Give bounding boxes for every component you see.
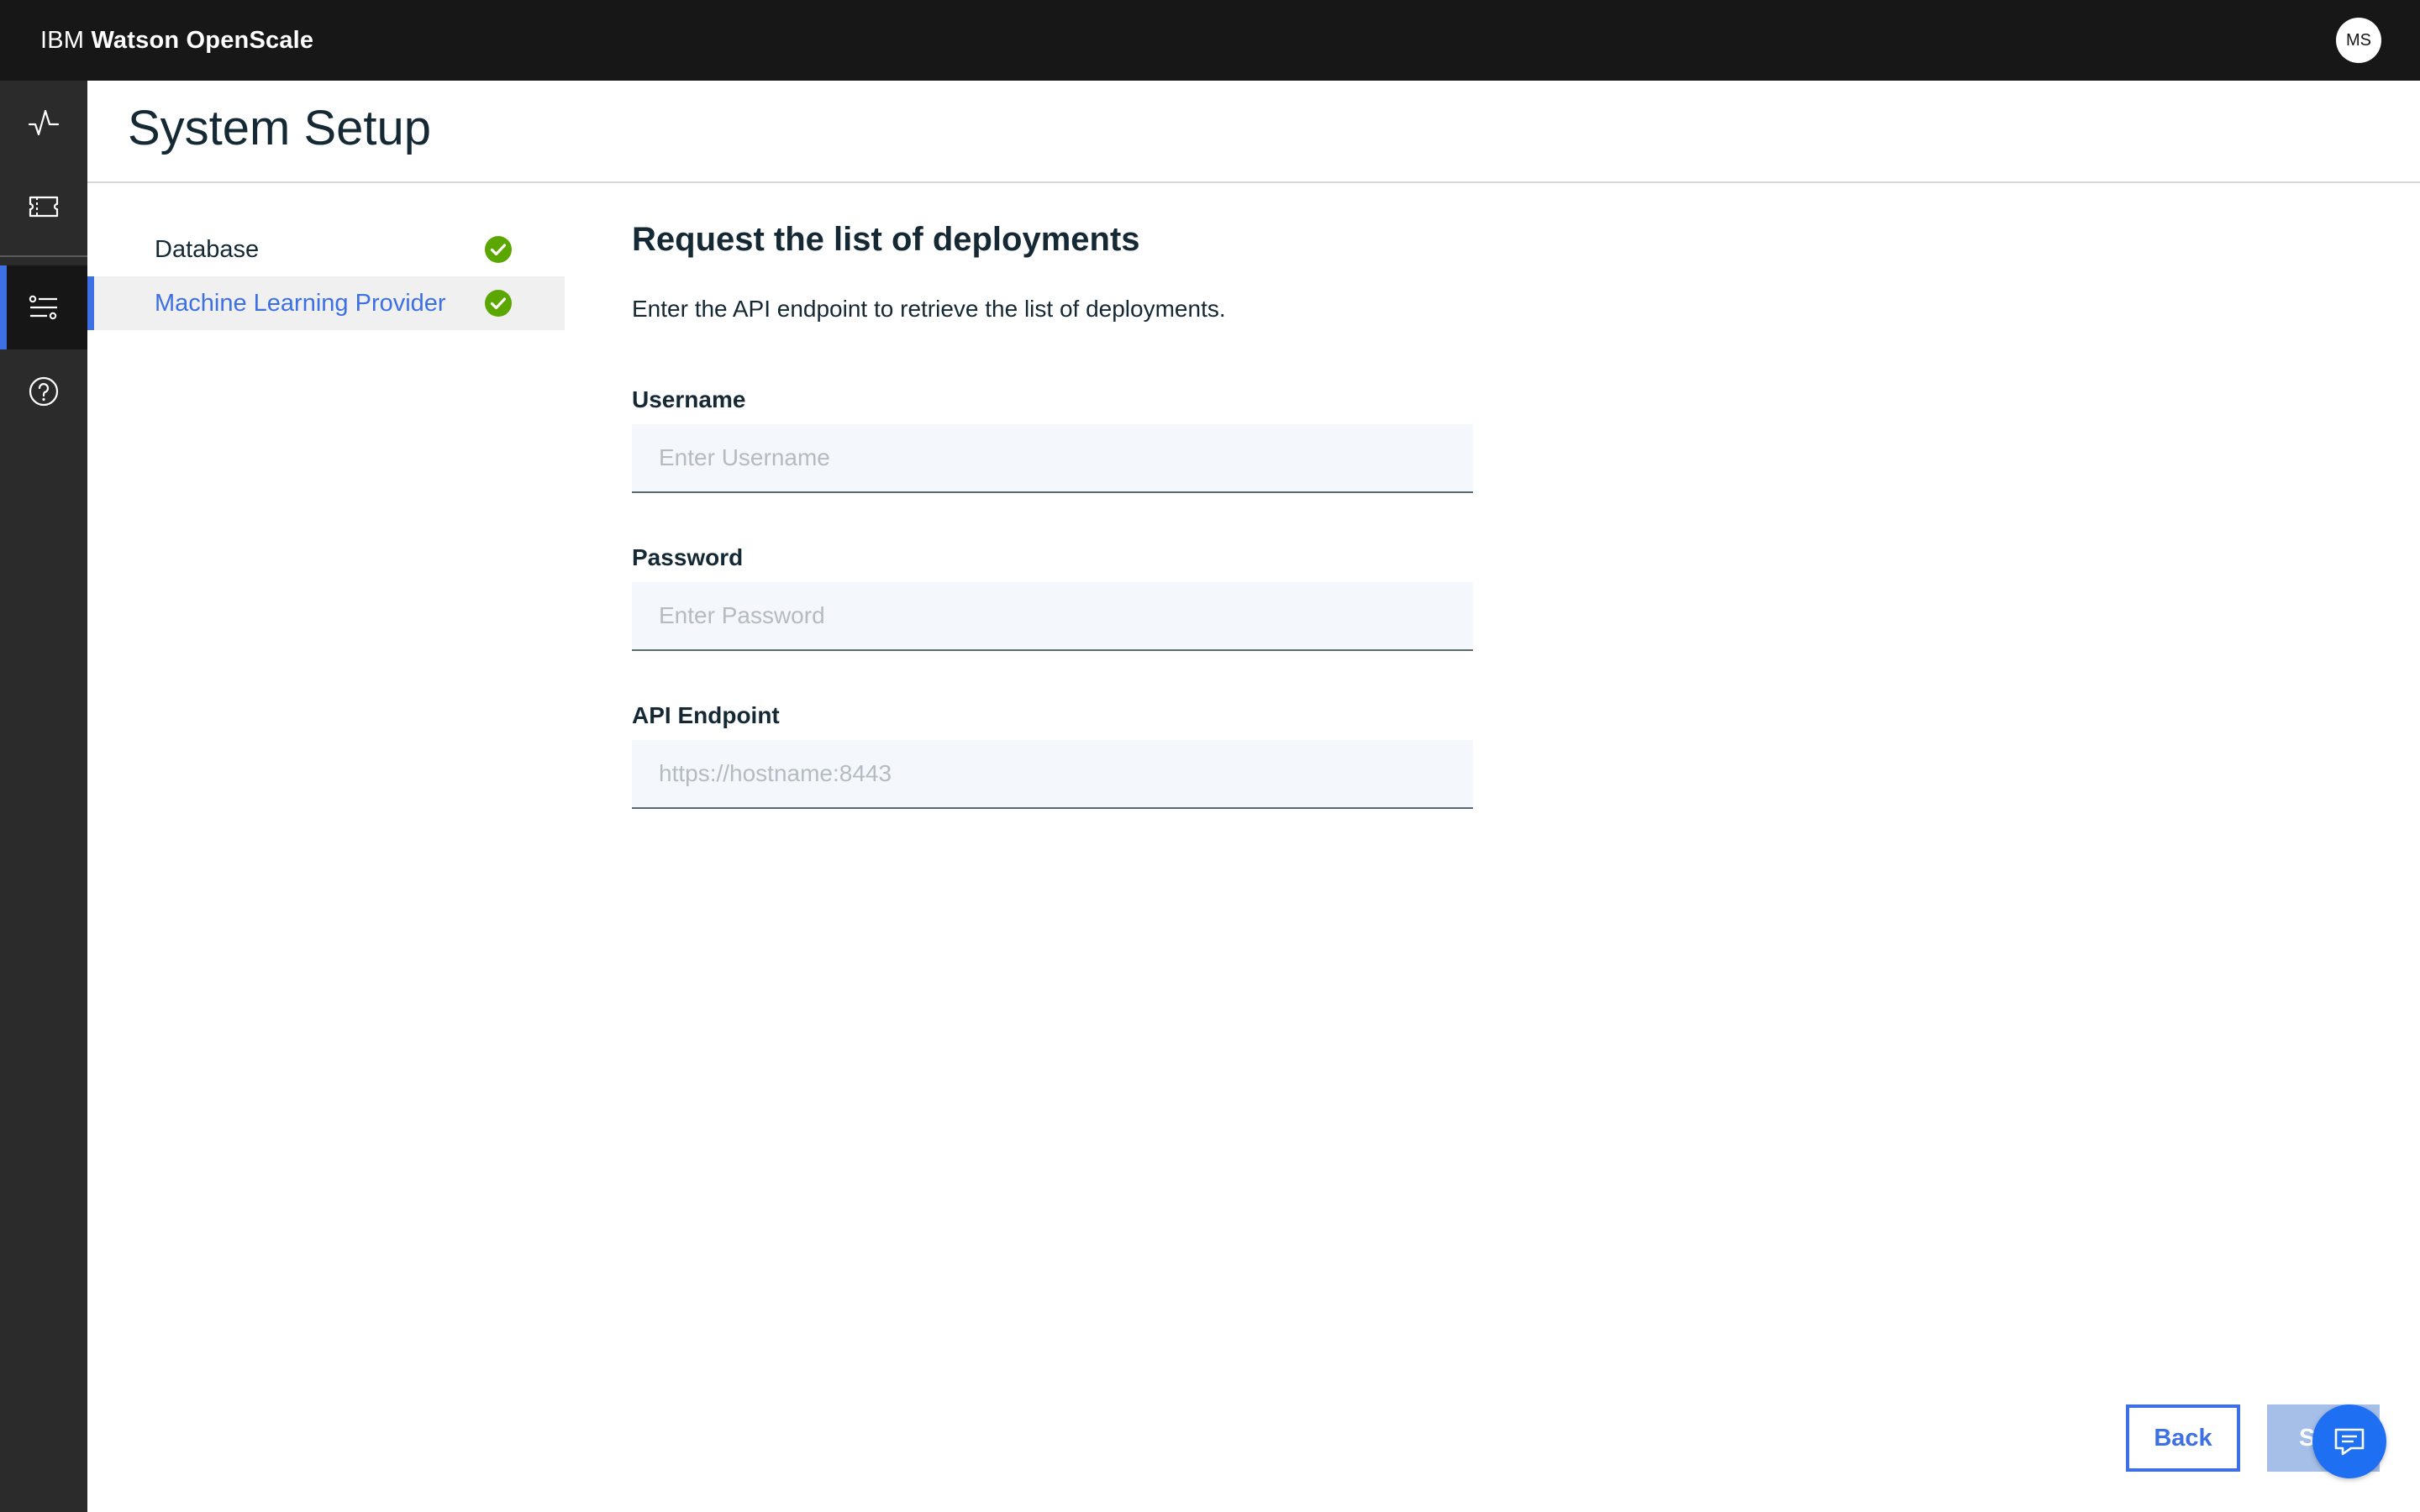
rail-item-ticket[interactable]	[0, 165, 87, 249]
checkmark-circle-icon	[485, 290, 512, 317]
chat-icon	[2334, 1428, 2365, 1456]
api-endpoint-label: API Endpoint	[632, 702, 780, 728]
brand-name: Watson OpenScale	[91, 27, 314, 54]
user-avatar[interactable]: MS	[2336, 18, 2381, 63]
left-nav-rail	[0, 81, 87, 1512]
rail-item-help[interactable]	[0, 349, 87, 433]
username-label: Username	[632, 386, 746, 412]
header-divider	[87, 181, 2420, 183]
ticket-icon	[29, 196, 59, 218]
rail-divider	[0, 255, 87, 257]
password-input[interactable]	[632, 582, 1473, 651]
top-bar: IBM Watson OpenScale MS	[0, 0, 2420, 81]
api-endpoint-input[interactable]	[632, 740, 1473, 809]
form-heading: Request the list of deployments	[632, 221, 1140, 258]
page-title: System Setup	[128, 101, 432, 155]
help-icon	[29, 376, 59, 407]
app-brand[interactable]: IBM Watson OpenScale	[40, 25, 313, 55]
step-label: Database	[155, 236, 260, 263]
activity-icon	[28, 109, 60, 136]
step-machine-learning-provider[interactable]: Machine Learning Provider	[87, 276, 565, 330]
step-database[interactable]: Database	[87, 223, 565, 276]
form-description: Enter the API endpoint to retrieve the l…	[632, 296, 1226, 322]
checkmark-circle-icon	[485, 236, 512, 263]
step-label: Machine Learning Provider	[155, 290, 446, 317]
rail-item-activity[interactable]	[0, 81, 87, 165]
rail-item-settings[interactable]	[0, 265, 87, 349]
settings-sliders-icon	[29, 295, 57, 320]
username-input[interactable]	[632, 424, 1473, 493]
password-label: Password	[632, 544, 744, 570]
chat-button[interactable]	[2312, 1404, 2386, 1478]
back-button[interactable]: Back	[2126, 1404, 2240, 1472]
brand-prefix: IBM	[40, 27, 85, 54]
